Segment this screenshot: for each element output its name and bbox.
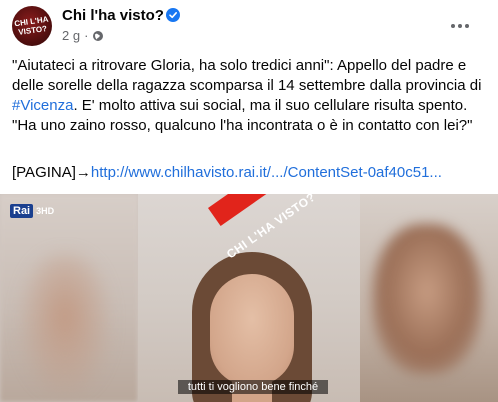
video-blur-face-right [372, 224, 482, 374]
link-prefix: [PAGINA]→ [12, 164, 91, 181]
more-options-icon[interactable] [446, 12, 474, 40]
more-dot [451, 24, 455, 28]
post-message: "Aiutateci a ritrovare Gloria, ha solo t… [12, 56, 490, 136]
post-header: CHI L'HA VISTO? Chi l'ha visto? 2 g · [0, 0, 498, 52]
post-text-part-1: "Aiutateci a ritrovare Gloria, ha solo t… [12, 57, 482, 94]
video-subtitle: tutti ti vogliono bene finché [178, 380, 328, 394]
channel-logo: Rai 3HD [10, 204, 54, 218]
channel-number: 3HD [36, 206, 55, 216]
post-timestamp[interactable]: 2 g [62, 28, 80, 43]
more-dot [458, 24, 462, 28]
more-dot [465, 24, 469, 28]
post-message-paragraph: "Aiutateci a ritrovare Gloria, ha solo t… [12, 56, 490, 136]
post-text-part-2: . E' molto attiva sui social, ma il suo … [12, 97, 473, 134]
video-frame: CHI L'HA VISTO? tutti ti vogliono bene f… [138, 194, 360, 402]
avatar-logo-text: CHI L'HA VISTO? [13, 14, 50, 37]
page-avatar[interactable]: CHI L'HA VISTO? [12, 6, 52, 46]
verified-badge-icon [166, 8, 180, 22]
globe-icon[interactable] [92, 30, 104, 42]
post-link-line: [PAGINA]→http://www.chilhavisto.rai.it/.… [12, 163, 492, 183]
meta-separator: · [84, 28, 89, 43]
page-name-link[interactable]: Chi l'ha visto? [62, 7, 164, 24]
post-meta: 2 g · [62, 28, 104, 43]
facebook-post: CHI L'HA VISTO? Chi l'ha visto? 2 g · "A… [0, 0, 498, 402]
external-link[interactable]: http://www.chilhavisto.rai.it/.../Conten… [91, 164, 442, 181]
person-face [210, 274, 294, 386]
rai-logo: Rai [10, 204, 34, 218]
post-video[interactable]: CHI L'HA VISTO? tutti ti vogliono bene f… [0, 194, 498, 402]
video-blur-face-left [20, 254, 110, 394]
hashtag-link[interactable]: #Vicenza [12, 97, 73, 114]
